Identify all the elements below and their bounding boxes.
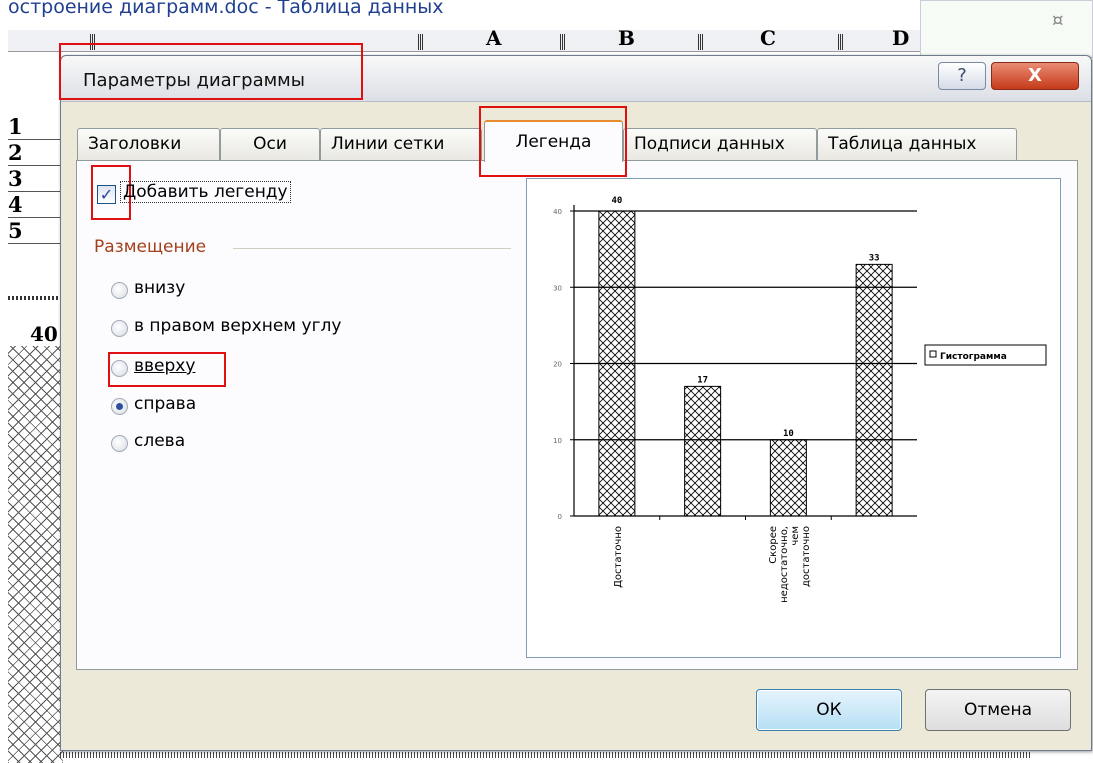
column-header-d: D (892, 26, 910, 50)
legend-preview: 0 10 20 30 40 40 17 10 33 Достаточно Скорее недоста… (526, 178, 1061, 658)
radio-bottom[interactable] (111, 282, 128, 299)
tab-label: Линии сетки (331, 134, 445, 154)
category-label-line: недостаточно, (779, 526, 790, 603)
category-label: Достаточно (613, 526, 624, 588)
column-separator (698, 34, 703, 50)
group-divider (233, 248, 511, 249)
row-header-3: 3 (8, 166, 60, 192)
title-highlight-box (59, 43, 363, 100)
category-label-line: Достаточно (613, 526, 624, 588)
radio-bottom-label[interactable]: внизу (134, 278, 185, 298)
y-tick-label: 40 (553, 208, 562, 216)
tab-highlight-box (479, 106, 627, 177)
data-label: 40 (611, 196, 622, 206)
background-dashes (8, 296, 60, 300)
ok-button[interactable]: ОК (756, 689, 902, 731)
paragraph-mark: ¤ (1052, 10, 1064, 31)
background-bottom-border (60, 752, 1030, 758)
category-label-line: чем (790, 526, 801, 546)
chart-options-dialog: Параметры диаграммы ? X Заголовки Оси Ли… (59, 43, 1092, 751)
tab-data-table[interactable]: Таблица данных (817, 128, 1017, 160)
add-legend-label[interactable]: Добавить легенду (120, 181, 291, 203)
radio-top-highlight-box (108, 352, 226, 387)
dialog-titlebar[interactable]: Параметры диаграммы ? X (59, 43, 1091, 102)
y-tick-label: 20 (553, 361, 562, 369)
radio-left[interactable] (111, 435, 128, 452)
legend-swatch (929, 350, 937, 358)
cancel-label: Отмена (963, 700, 1033, 720)
category-label-line: Скорее (768, 526, 779, 564)
bar (855, 263, 893, 517)
tab-titles[interactable]: Заголовки (77, 128, 220, 160)
row-header-1: 1 (8, 114, 60, 140)
column-separator (838, 34, 843, 50)
radio-top-right-corner[interactable] (111, 320, 128, 337)
help-button[interactable]: ? (938, 62, 986, 90)
ok-label: ОК (816, 700, 842, 720)
placement-group-label: Размещение (94, 237, 207, 257)
tab-data-labels[interactable]: Подписи данных (623, 128, 817, 160)
column-separator (418, 34, 423, 50)
data-label: 33 (869, 253, 880, 263)
y-tick-label: 30 (553, 284, 562, 292)
y-tick-label: 0 (558, 513, 562, 521)
background-hatched-bar (8, 346, 63, 763)
tab-gridlines[interactable]: Линии сетки (320, 128, 482, 160)
add-legend-text: Добавить легенду (123, 182, 288, 202)
background-window-title: остроение диаграмм.doc - Таблица данных (8, 0, 444, 18)
column-separator (560, 34, 565, 50)
cancel-button[interactable]: Отмена (925, 689, 1071, 731)
bar (598, 210, 636, 517)
data-label: 17 (697, 375, 708, 385)
background-right-panel (920, 0, 1093, 58)
category-label-line: достаточно (801, 526, 812, 587)
tab-axes[interactable]: Оси (220, 128, 320, 160)
data-label: 10 (783, 429, 794, 439)
tab-label: Таблица данных (828, 134, 977, 154)
category-label: Скорее недостаточно, чем достаточно (768, 526, 812, 603)
radio-top-right-corner-label[interactable]: в правом верхнем углу (134, 316, 341, 336)
row-header-5: 5 (8, 218, 60, 244)
bar (769, 439, 807, 517)
column-header-a: A (486, 26, 502, 50)
help-icon: ? (957, 65, 967, 86)
radio-right-label[interactable]: справа (134, 394, 196, 414)
close-icon: X (1028, 65, 1042, 86)
row-header-4: 4 (8, 192, 60, 218)
background-cell-value: 40 (30, 322, 58, 346)
preview-chart: 0 10 20 30 40 40 17 10 33 Достаточно Скорее недоста… (553, 196, 1047, 603)
bar (684, 385, 722, 517)
column-header-c: C (760, 26, 776, 50)
legend-label: Гистограмма (940, 352, 1007, 362)
tab-label: Заголовки (88, 134, 182, 154)
y-tick-label: 10 (553, 437, 562, 445)
column-header-b: B (618, 26, 635, 50)
close-button[interactable]: X (991, 62, 1079, 90)
radio-right[interactable] (111, 398, 128, 415)
radio-left-label[interactable]: слева (134, 431, 185, 451)
row-header-2: 2 (8, 140, 60, 166)
tab-label: Оси (253, 134, 287, 154)
tab-label: Подписи данных (634, 134, 785, 154)
